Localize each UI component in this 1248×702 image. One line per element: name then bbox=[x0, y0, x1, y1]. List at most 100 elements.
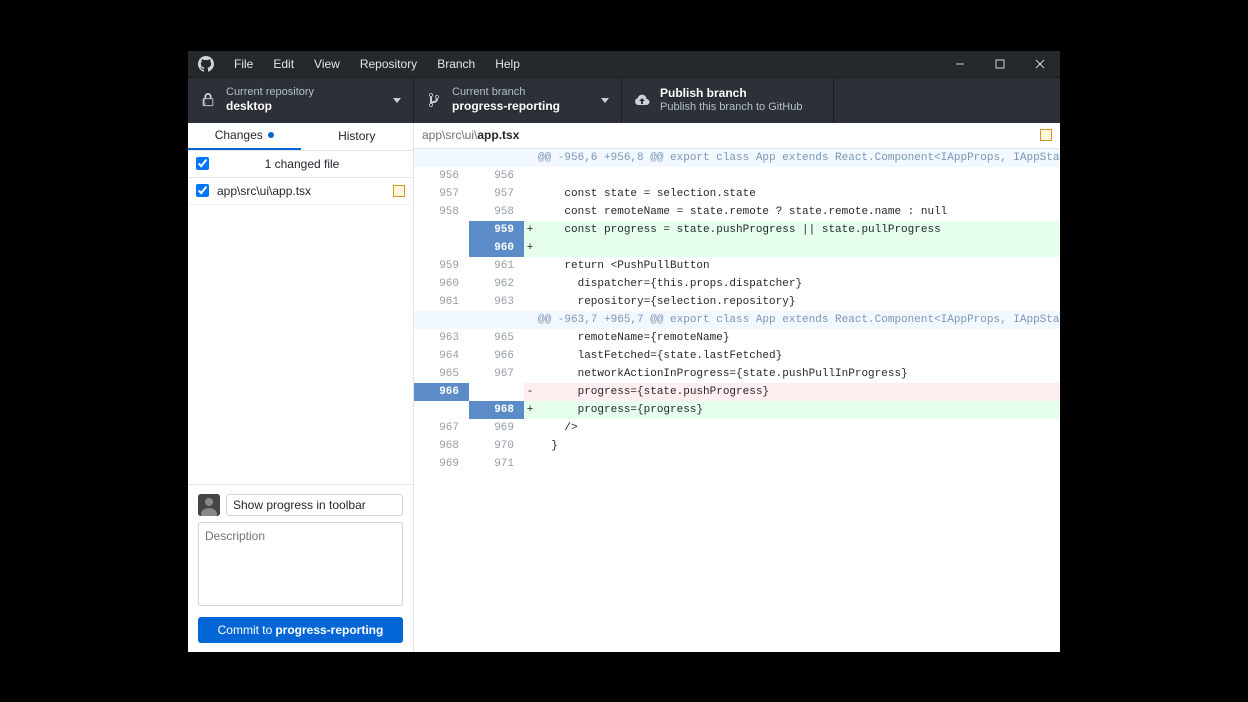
diff-line[interactable]: 968970 } bbox=[414, 437, 1060, 455]
diff-line[interactable]: @@ -956,6 +956,8 @@ export class App ext… bbox=[414, 149, 1060, 167]
changes-indicator-icon bbox=[268, 132, 274, 138]
diff-line[interactable]: 964966 lastFetched={state.lastFetched} bbox=[414, 347, 1060, 365]
menu-item-edit[interactable]: Edit bbox=[263, 51, 304, 77]
old-line-number: 964 bbox=[414, 347, 469, 365]
branch-label: Current branch bbox=[452, 86, 560, 100]
new-line-number: 963 bbox=[469, 293, 524, 311]
diff-code: dispatcher={this.props.dispatcher} bbox=[536, 275, 1060, 293]
diff-line[interactable]: 958958 const remoteName = state.remote ?… bbox=[414, 203, 1060, 221]
diff-line[interactable]: 956956 bbox=[414, 167, 1060, 185]
old-line-number: 967 bbox=[414, 419, 469, 437]
new-line-number: 960 bbox=[469, 239, 524, 257]
file-path: app\src\ui\app.tsx bbox=[217, 184, 393, 198]
commit-summary-input[interactable] bbox=[226, 494, 403, 516]
diff-pane: app\src\ui\app.tsx @@ -956,6 +956,8 @@ e… bbox=[414, 123, 1060, 652]
tab-changes-label: Changes bbox=[215, 128, 263, 142]
chevron-down-icon bbox=[601, 98, 609, 103]
publish-subtitle: Publish this branch to GitHub bbox=[660, 101, 802, 115]
diff-line[interactable]: 969971 bbox=[414, 455, 1060, 473]
tab-history-label: History bbox=[338, 129, 375, 143]
select-all-checkbox[interactable] bbox=[196, 157, 209, 170]
commit-btn-branch: progress-reporting bbox=[275, 623, 383, 637]
tab-changes[interactable]: Changes bbox=[188, 123, 301, 150]
new-line-number: 966 bbox=[469, 347, 524, 365]
diff-file-path: app\src\ui\app.tsx bbox=[422, 128, 519, 142]
new-line-number: 958 bbox=[469, 203, 524, 221]
diff-line[interactable]: @@ -963,7 +965,7 @@ export class App ext… bbox=[414, 311, 1060, 329]
diff-code: const state = selection.state bbox=[536, 185, 1060, 203]
menu-item-view[interactable]: View bbox=[304, 51, 350, 77]
old-line-number: 961 bbox=[414, 293, 469, 311]
new-line-number: 965 bbox=[469, 329, 524, 347]
diff-file-header: app\src\ui\app.tsx bbox=[414, 123, 1060, 149]
diff-sign bbox=[524, 329, 536, 347]
diff-sign bbox=[524, 437, 536, 455]
old-line-number: 960 bbox=[414, 275, 469, 293]
changes-header: 1 changed file bbox=[188, 151, 413, 178]
menu-item-file[interactable]: File bbox=[224, 51, 263, 77]
tab-history[interactable]: History bbox=[301, 123, 414, 150]
cloud-upload-icon bbox=[634, 94, 650, 106]
diff-line[interactable]: 967969 /> bbox=[414, 419, 1060, 437]
new-line-number bbox=[469, 149, 524, 167]
diff-code: const progress = state.pushProgress || s… bbox=[536, 221, 1060, 239]
diff-sign bbox=[524, 275, 536, 293]
diff-line[interactable]: 960+ bbox=[414, 239, 1060, 257]
commit-button[interactable]: Commit to progress-reporting bbox=[198, 617, 403, 643]
diff-sign bbox=[524, 257, 536, 275]
diff-line[interactable]: 960962 dispatcher={this.props.dispatcher… bbox=[414, 275, 1060, 293]
diff-line[interactable]: 959961 return <PushPullButton bbox=[414, 257, 1060, 275]
diff-line[interactable]: 968+ progress={progress} bbox=[414, 401, 1060, 419]
repo-name: desktop bbox=[226, 99, 314, 114]
new-line-number: 971 bbox=[469, 455, 524, 473]
publish-button[interactable]: Publish branch Publish this branch to Gi… bbox=[622, 78, 834, 123]
diff-sign bbox=[524, 365, 536, 383]
diff-line[interactable]: 965967 networkActionInProgress={state.pu… bbox=[414, 365, 1060, 383]
repo-selector[interactable]: Current repository desktop bbox=[188, 78, 414, 123]
diff-sign bbox=[524, 419, 536, 437]
changed-file-row[interactable]: app\src\ui\app.tsx bbox=[188, 178, 413, 205]
diff-sign bbox=[524, 167, 536, 185]
diff-line[interactable]: 957957 const state = selection.state bbox=[414, 185, 1060, 203]
diff-sign bbox=[524, 149, 536, 167]
diff-sign bbox=[524, 203, 536, 221]
diff-line[interactable]: 961963 repository={selection.repository} bbox=[414, 293, 1060, 311]
toolbar: Current repository desktop Current branc… bbox=[188, 77, 1060, 123]
diff-code: progress={progress} bbox=[536, 401, 1060, 419]
branch-icon bbox=[426, 92, 442, 108]
new-line-number: 968 bbox=[469, 401, 524, 419]
branch-selector[interactable]: Current branch progress-reporting bbox=[414, 78, 622, 123]
diff-view[interactable]: @@ -956,6 +956,8 @@ export class App ext… bbox=[414, 149, 1060, 652]
diff-code: remoteName={remoteName} bbox=[536, 329, 1060, 347]
menu-item-help[interactable]: Help bbox=[485, 51, 530, 77]
close-button[interactable] bbox=[1020, 51, 1060, 77]
diff-code: return <PushPullButton bbox=[536, 257, 1060, 275]
app-menu: FileEditViewRepositoryBranchHelp bbox=[224, 51, 530, 77]
diff-sign: + bbox=[524, 221, 536, 239]
old-line-number: 969 bbox=[414, 455, 469, 473]
diff-sign bbox=[524, 311, 536, 329]
menu-item-repository[interactable]: Repository bbox=[350, 51, 427, 77]
maximize-button[interactable] bbox=[980, 51, 1020, 77]
menu-item-branch[interactable]: Branch bbox=[427, 51, 485, 77]
chevron-down-icon bbox=[393, 98, 401, 103]
diff-line[interactable]: 966- progress={state.pushProgress} bbox=[414, 383, 1060, 401]
lock-icon bbox=[200, 93, 216, 107]
old-line-number bbox=[414, 221, 469, 239]
diff-sign: - bbox=[524, 383, 536, 401]
branch-name: progress-reporting bbox=[452, 99, 560, 114]
app-window: FileEditViewRepositoryBranchHelp Current… bbox=[188, 51, 1060, 652]
file-checkbox[interactable] bbox=[196, 184, 209, 197]
diff-sign bbox=[524, 185, 536, 203]
diff-line[interactable]: 959+ const progress = state.pushProgress… bbox=[414, 221, 1060, 239]
minimize-button[interactable] bbox=[940, 51, 980, 77]
old-line-number: 963 bbox=[414, 329, 469, 347]
old-line-number: 968 bbox=[414, 437, 469, 455]
modified-badge-icon bbox=[1040, 129, 1052, 141]
commit-description-input[interactable] bbox=[198, 522, 403, 606]
sidebar-tabs: Changes History bbox=[188, 123, 413, 151]
avatar bbox=[198, 494, 220, 516]
diff-sign bbox=[524, 347, 536, 365]
diff-sign: + bbox=[524, 239, 536, 257]
diff-line[interactable]: 963965 remoteName={remoteName} bbox=[414, 329, 1060, 347]
